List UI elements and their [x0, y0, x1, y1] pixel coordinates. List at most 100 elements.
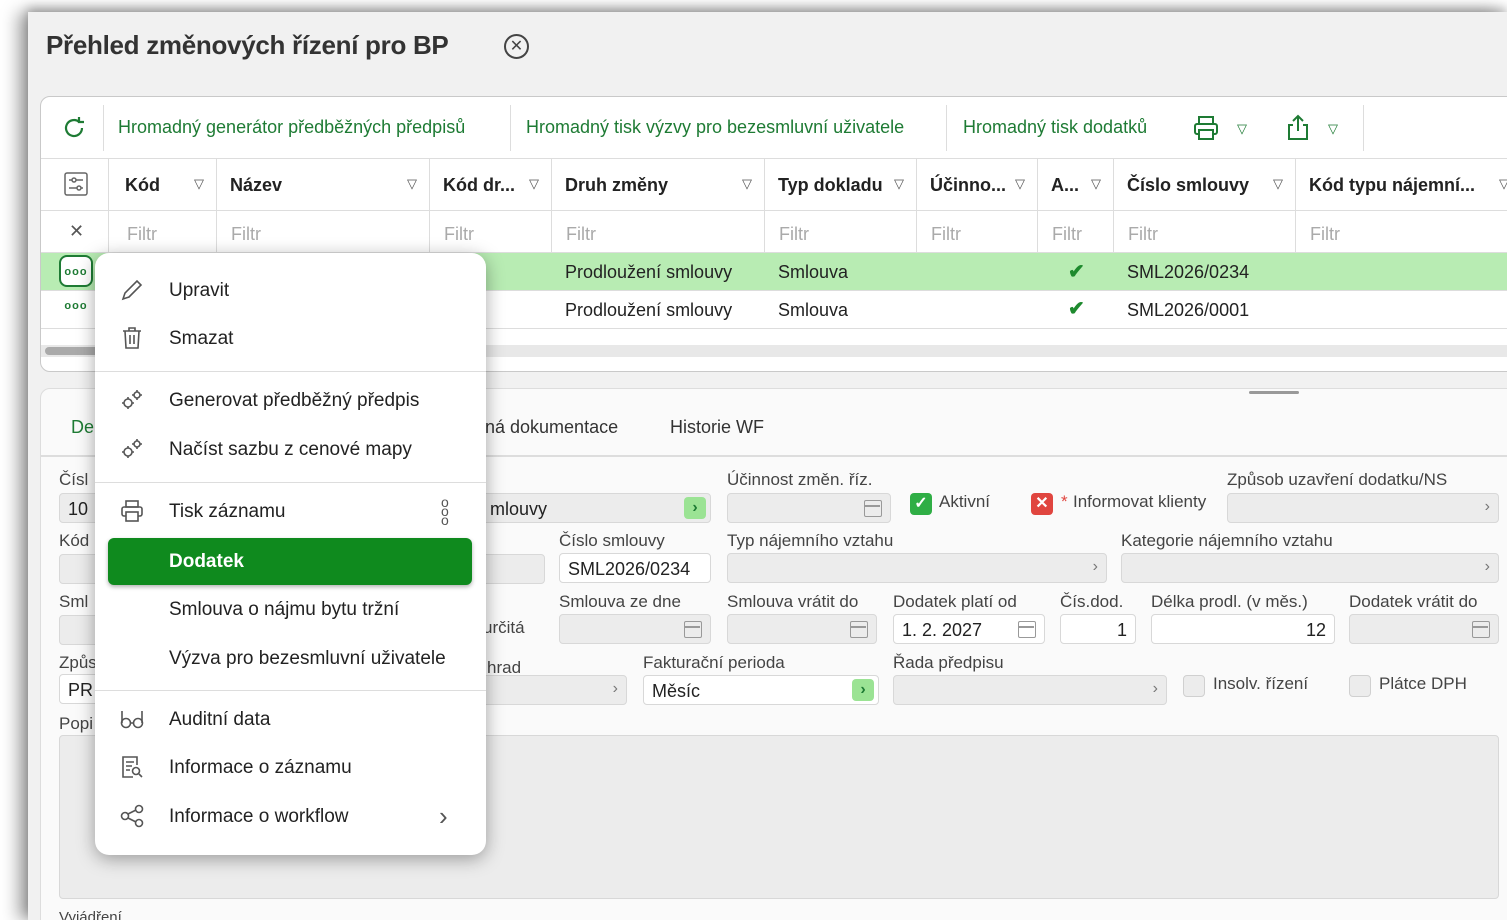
filter-input-kod[interactable]: Filtr — [109, 211, 217, 253]
field-label: Dodatek vrátit do — [1349, 592, 1478, 611]
typ-vztahu-select[interactable]: › — [727, 553, 1107, 583]
field-label: určitá — [483, 618, 525, 637]
calendar-icon[interactable] — [850, 621, 868, 638]
more-vertical-icon[interactable]: ooo — [441, 495, 449, 527]
kod-druhu-field[interactable] — [481, 554, 545, 584]
smlouva-ze-dne-date[interactable] — [559, 614, 711, 644]
filter-input-cislo[interactable]: Filtr — [1114, 211, 1296, 253]
field-label: Plátce DPH — [1379, 674, 1467, 693]
refresh-icon[interactable] — [59, 113, 89, 143]
resize-handle[interactable] — [1249, 391, 1299, 394]
printer-icon[interactable] — [1191, 113, 1221, 143]
platce-dph-checkbox[interactable] — [1349, 675, 1371, 697]
menu-item-informace-o-zaznamu[interactable]: Informace o záznamu — [95, 744, 486, 790]
zpusob-uzavreni-select[interactable]: › — [1227, 493, 1499, 523]
filter-icon[interactable]: ▽ — [1091, 176, 1101, 192]
bulk-print-amendments-button[interactable]: Hromadný tisk dodatků — [963, 117, 1147, 138]
menu-item-auditni-data[interactable]: Auditní data — [95, 696, 486, 742]
calendar-icon[interactable] — [684, 621, 702, 638]
menu-item-nacist-sazbu[interactable]: Načíst sazbu z cenové mapy — [95, 426, 486, 472]
filter-icon[interactable]: ▽ — [407, 176, 417, 192]
tab-dokumentace[interactable]: ná dokumentace — [485, 417, 618, 438]
column-header-druh-zmeny[interactable]: Druh změny ▽ — [552, 159, 765, 211]
bulk-generator-button[interactable]: Hromadný generátor předběžných předpisů — [118, 117, 465, 138]
field-label: Způsob uzavření dodatku/NS — [1227, 470, 1448, 489]
menu-item-generovat[interactable]: Generovat předběžný předpis — [95, 377, 486, 423]
cell-cislo: SML2026/0234 — [1127, 262, 1250, 282]
cislo-smlouvy-field[interactable]: SML2026/0234 — [559, 553, 711, 583]
ucinnost-date[interactable] — [727, 493, 891, 523]
export-icon[interactable] — [1283, 113, 1313, 143]
smlouva-vratit-date[interactable] — [727, 614, 877, 644]
cislo-dodatku-field[interactable]: 1 — [1060, 614, 1136, 644]
kategorie-select[interactable]: › — [1121, 553, 1499, 583]
column-header-cislo-smlouvy[interactable]: Číslo smlouvy ▽ — [1114, 159, 1296, 211]
druh-zmeny-select[interactable]: mlouvy › — [481, 493, 711, 523]
column-header-typ-dokladu[interactable]: Typ dokladu ▽ — [765, 159, 917, 211]
chevron-right-icon[interactable]: › — [684, 497, 706, 519]
tab-detail[interactable]: De — [71, 417, 94, 438]
insolv-checkbox[interactable] — [1183, 675, 1205, 697]
menu-item-tisk[interactable]: Tisk záznamu ooo — [95, 488, 486, 534]
column-settings-cell — [41, 159, 109, 211]
filter-input-typ[interactable]: Filtr — [765, 211, 917, 253]
field-label: Vyjádření — [59, 909, 122, 920]
chevron-right-icon[interactable]: › — [852, 679, 874, 701]
menu-item-dodatek[interactable]: Dodatek — [108, 538, 472, 585]
workflow-icon — [120, 804, 144, 828]
filter-icon[interactable]: ▽ — [1499, 176, 1507, 192]
informovat-checkbox[interactable]: ✕ — [1031, 493, 1053, 515]
delka-prodlouzeni-field[interactable]: 12 — [1151, 614, 1335, 644]
column-header-kod-druhu[interactable]: Kód dr... ▽ — [430, 159, 552, 211]
filter-input-kod-druhu[interactable]: Filtr — [430, 211, 552, 253]
calendar-icon[interactable] — [1472, 621, 1490, 638]
row-actions-button[interactable]: ooo — [59, 291, 93, 323]
filter-input-ucinnost[interactable]: Filtr — [917, 211, 1038, 253]
filter-icon[interactable]: ▽ — [1015, 176, 1025, 192]
dodatek-vratit-date[interactable] — [1349, 614, 1499, 644]
clear-filter-icon[interactable]: ✕ — [41, 211, 109, 253]
column-settings-icon[interactable] — [63, 171, 89, 197]
menu-item-smlouva-o-najmu[interactable]: Smlouva o nájmu bytu tržní — [169, 599, 399, 621]
filter-icon[interactable]: ▽ — [1273, 176, 1283, 192]
close-icon[interactable]: ✕ — [504, 34, 529, 59]
aktivni-checkbox[interactable]: ✓ — [910, 493, 932, 515]
fakturacni-perioda-select[interactable]: Měsíc › — [643, 675, 879, 705]
filter-icon[interactable]: ▽ — [894, 176, 904, 192]
filter-input-nazev[interactable]: Filtr — [217, 211, 430, 253]
column-header-nazev[interactable]: Název ▽ — [217, 159, 430, 211]
rada-predpisu-select[interactable]: › — [893, 675, 1167, 705]
bulk-print-notice-button[interactable]: Hromadný tisk výzvy pro bezesmluvní uživ… — [526, 117, 904, 138]
print-dropdown-icon[interactable]: ▽ — [1237, 121, 1247, 137]
filter-icon[interactable]: ▽ — [742, 176, 752, 192]
export-dropdown-icon[interactable]: ▽ — [1328, 121, 1338, 137]
row-actions-button[interactable]: ooo — [59, 255, 93, 287]
filter-input-aktivni[interactable]: Filtr — [1038, 211, 1114, 253]
filter-input-druh[interactable]: Filtr — [552, 211, 765, 253]
menu-item-informace-o-workflow[interactable]: Informace o workflow › — [95, 793, 486, 839]
column-header-kod[interactable]: Kód ▽ — [109, 159, 217, 211]
column-header-ucinnost[interactable]: Účinno... ▽ — [917, 159, 1038, 211]
calendar-icon[interactable] — [864, 500, 882, 517]
gears-icon — [122, 390, 142, 409]
field-label: Smlouva vrátit do — [727, 592, 859, 611]
menu-item-upravit[interactable]: Upravit — [95, 267, 486, 313]
column-header-kod-typu[interactable]: Kód typu nájemní...▽ — [1296, 159, 1507, 211]
field-label: Způs — [59, 653, 97, 672]
menu-item-smazat[interactable]: Smazat — [95, 315, 486, 361]
field-label: Dodatek platí od — [893, 592, 1017, 611]
chevron-right-icon: › — [439, 801, 448, 831]
dodatek-plati-date[interactable]: 1. 2. 2027 — [893, 614, 1045, 644]
column-header-aktivni[interactable]: A... ▽ — [1038, 159, 1114, 211]
filter-input-kod-typu[interactable]: Filtr — [1296, 211, 1507, 253]
field-label: Smlouva ze dne — [559, 592, 681, 611]
tab-historie-wf[interactable]: Historie WF — [670, 417, 764, 438]
menu-item-vyzva[interactable]: Výzva pro bezesmluvní uživatele — [169, 648, 446, 670]
filter-icon[interactable]: ▽ — [194, 176, 204, 192]
chevron-right-icon: › — [1152, 680, 1158, 697]
printer-icon — [121, 500, 143, 522]
filter-icon[interactable]: ▽ — [529, 176, 539, 192]
cell-cislo: SML2026/0001 — [1127, 300, 1250, 320]
uhrad-select[interactable]: › — [481, 675, 627, 705]
calendar-icon[interactable] — [1018, 621, 1036, 638]
